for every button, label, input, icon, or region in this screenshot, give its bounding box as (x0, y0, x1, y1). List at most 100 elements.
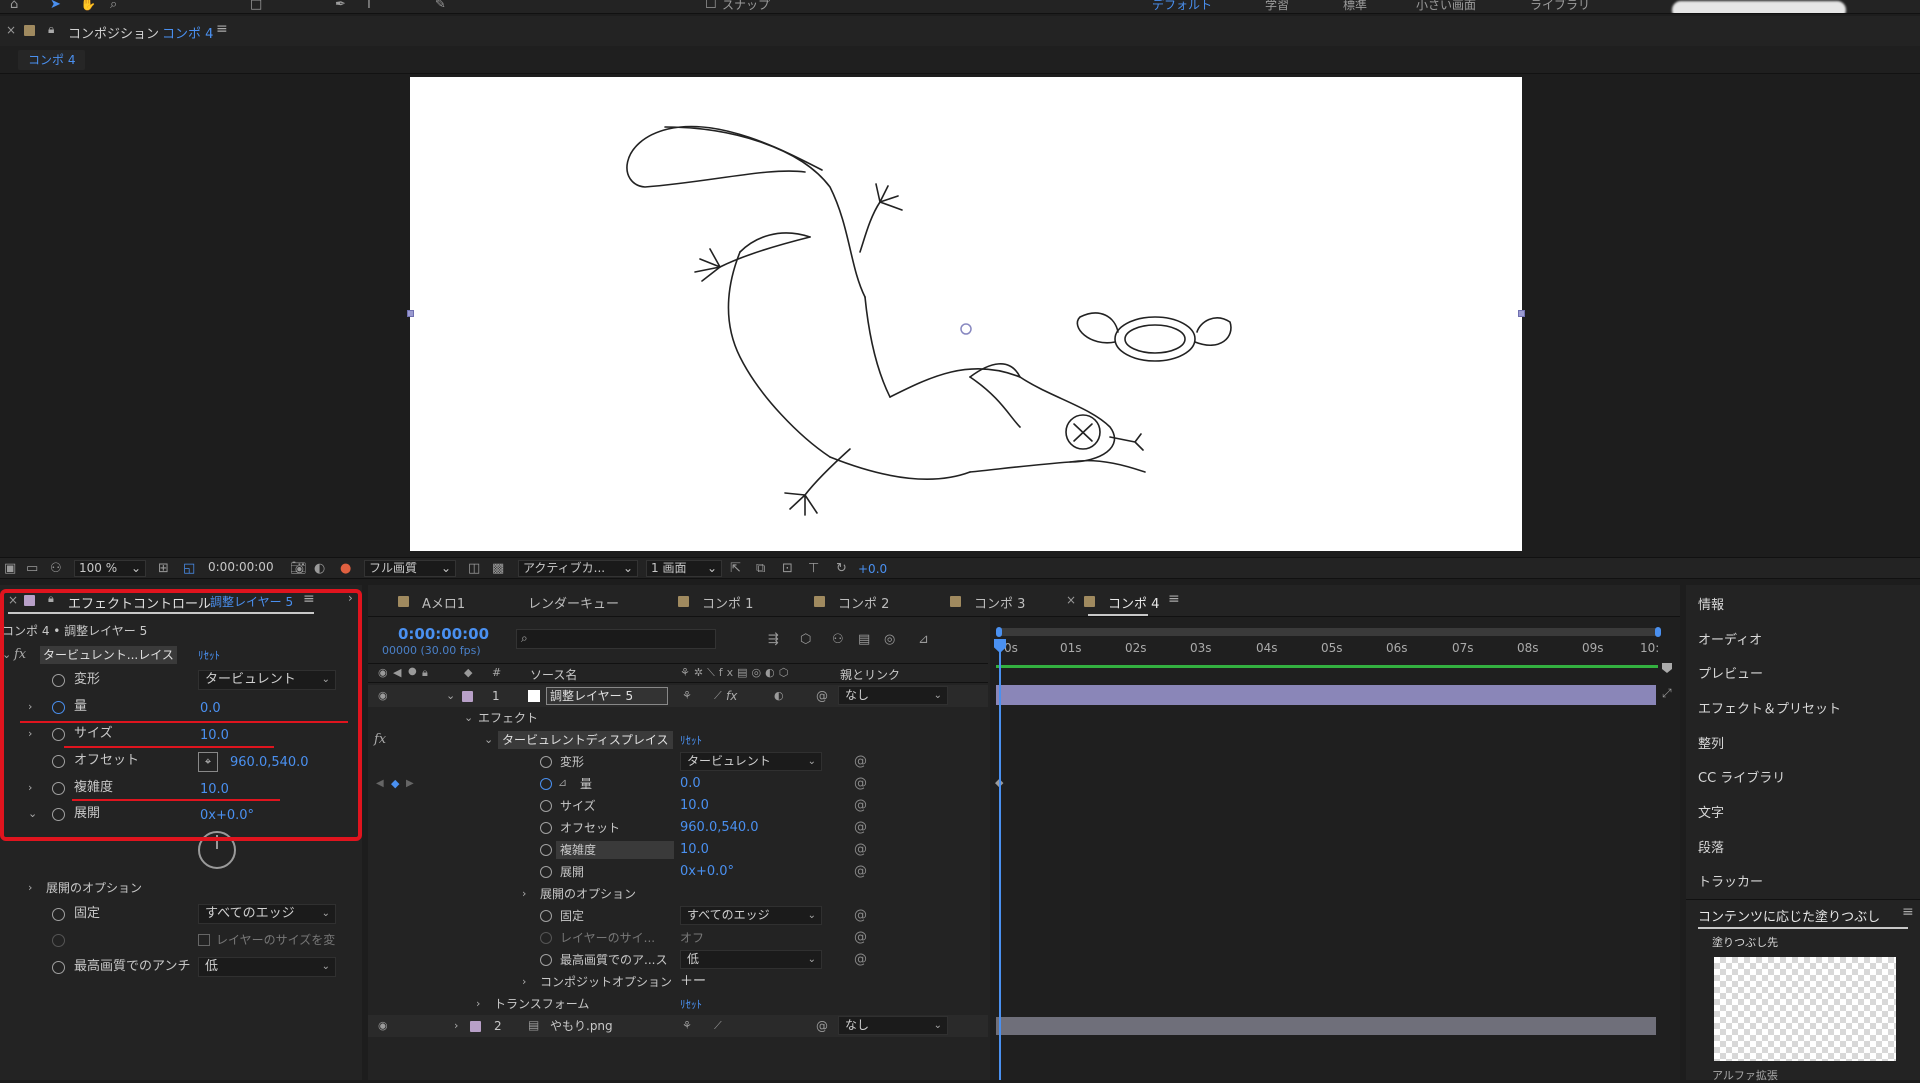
camera-dropdown[interactable]: アクティブカ... ⌄ (518, 560, 638, 577)
close-icon[interactable]: × (8, 593, 18, 607)
panel-audio[interactable]: オーディオ (1698, 629, 1762, 648)
panel-align[interactable]: 整列 (1698, 733, 1724, 752)
draft-3d-icon[interactable]: ⬡ (800, 633, 811, 646)
text-tool-icon[interactable]: T (365, 0, 373, 12)
chevron-down-icon[interactable]: ⌄ (28, 803, 37, 825)
stopwatch-icon[interactable] (540, 800, 552, 812)
layer-name[interactable]: やもり.png (550, 1015, 613, 1037)
size-value[interactable]: 10.0 (680, 795, 709, 817)
transform-handle-right[interactable] (1518, 310, 1525, 317)
expression-pickwhip-icon[interactable]: @ (854, 795, 867, 817)
reset-exposure-icon[interactable]: ↻ (836, 562, 847, 575)
stopwatch-icon[interactable] (540, 844, 552, 856)
stopwatch-icon[interactable] (540, 756, 552, 768)
grid-icon[interactable]: ⊞ (158, 562, 169, 575)
panel-effects-presets[interactable]: エフェクト＆プリセット (1698, 698, 1841, 717)
comp-tab[interactable]: コンポ 4 (18, 50, 86, 70)
work-area-bar[interactable] (996, 627, 1661, 637)
fx-icon[interactable]: fx (14, 644, 26, 666)
antialias-dropdown[interactable]: 低 ⌄ (198, 957, 336, 977)
tab-comp-1[interactable]: コンポ 1 (702, 593, 753, 612)
panel-menu-icon[interactable]: ≡ (303, 591, 315, 607)
stopwatch-icon[interactable] (52, 755, 65, 768)
zoom-tool-icon[interactable]: ⌕ (110, 0, 117, 12)
pickwhip-icon[interactable]: @ (816, 690, 828, 702)
exposure-value[interactable]: +0.0 (858, 562, 887, 576)
chevron-down-icon[interactable]: ⌄ (446, 685, 455, 707)
quality-icon[interactable]: ⟋ (714, 1020, 722, 1031)
resize-value[interactable]: オフ (680, 927, 704, 949)
pen-tool-icon[interactable]: ✒ (335, 0, 346, 12)
selection-tool-icon[interactable]: ➤ (50, 0, 61, 12)
layer-name[interactable]: 調整レイヤー 5 (546, 687, 668, 705)
expression-pickwhip-icon[interactable]: @ (854, 839, 867, 861)
composition-viewer[interactable] (0, 74, 1920, 554)
panel-menu-icon[interactable]: ≡ (216, 21, 228, 37)
close-icon[interactable]: × (6, 23, 16, 37)
always-preview-icon[interactable]: ▣ (4, 562, 16, 575)
keyframe-icon[interactable]: ◆ (391, 773, 399, 795)
chevron-down-icon[interactable]: ⌄ (464, 707, 473, 729)
tl-transform-row[interactable]: › トランスフォーム ﾘｾｯﾄ (368, 993, 988, 1015)
effect-name[interactable]: タービュレントディスプレイス (498, 731, 673, 749)
monitor-icon[interactable]: ▭ (26, 562, 38, 575)
workspace-libraries[interactable]: ライブラリ (1530, 0, 1590, 13)
panel-menu-icon[interactable]: ≡ (1902, 904, 1914, 920)
quality-icon[interactable]: ⟋ (714, 690, 722, 701)
evolution-value[interactable]: 0x+0.0° (680, 861, 734, 883)
region-icon[interactable]: ◱ (183, 562, 195, 575)
roi-icon[interactable]: ◫ (468, 562, 480, 575)
work-area-start[interactable] (996, 627, 1002, 637)
panel-cc-libraries[interactable]: CC ライブラリ (1698, 767, 1785, 786)
views-dropdown[interactable]: 1 画面 ⌄ (646, 560, 722, 577)
chevron-right-icon[interactable]: › (522, 883, 526, 905)
lock-icon[interactable]: 🔒︎ (48, 22, 54, 37)
tab-render-queue[interactable]: レンダーキュー (528, 593, 619, 612)
label-chip[interactable] (462, 691, 473, 702)
effects-group-row[interactable]: ⌄ エフェクト (368, 707, 988, 729)
expression-pickwhip-icon[interactable]: @ (854, 927, 867, 949)
effect-header-row[interactable]: ⌄ fx タービュレント...レイス ﾘｾｯﾄ (0, 644, 362, 666)
search-help-field[interactable] (1672, 1, 1846, 13)
playhead-line[interactable] (999, 641, 1001, 1080)
stopwatch-icon[interactable] (540, 778, 552, 790)
parent-dropdown[interactable]: なし ⌄ (838, 686, 948, 705)
prop-evolution-options[interactable]: › 展開のオプション (0, 877, 362, 899)
chevron-right-icon[interactable]: › (476, 993, 480, 1015)
eye-icon[interactable]: ◉ (378, 1020, 388, 1031)
stopwatch-icon[interactable] (52, 728, 65, 741)
layer-bar-2[interactable] (996, 1017, 1656, 1035)
zoom-dropdown[interactable]: 100 % ⌄ (74, 560, 146, 577)
close-icon[interactable]: × (1066, 593, 1076, 607)
stopwatch-icon[interactable] (540, 910, 552, 922)
offset-value[interactable]: 960.0,540.0 (680, 817, 759, 839)
crosshair-icon[interactable]: ⌖ (198, 752, 218, 772)
tab-comp-2[interactable]: コンポ 2 (838, 593, 889, 612)
shy-layers-icon[interactable]: ⚇ (832, 633, 844, 646)
layer-row-2[interactable]: ◉ › 2 ▤ やもり.png ⚘ ⟋ @ なし ⌄ (368, 1015, 988, 1037)
displacement-dropdown[interactable]: タービュレント ⌄ (198, 670, 336, 690)
chevron-right-icon[interactable]: › (348, 591, 353, 605)
graph-icon[interactable]: ⊿ (558, 777, 567, 788)
expression-pickwhip-icon[interactable]: @ (854, 817, 867, 839)
stopwatch-icon[interactable] (540, 954, 552, 966)
amount-value[interactable]: 0.0 (200, 698, 221, 720)
chevron-right-icon[interactable]: › (28, 777, 32, 799)
chevron-right-icon[interactable]: › (454, 1015, 458, 1037)
comp-flowchart-icon[interactable]: ⇶ (768, 633, 779, 646)
amount-value[interactable]: 0.0 (680, 773, 701, 795)
reset-link[interactable]: ﾘｾｯﾄ (680, 994, 702, 1016)
workspace-default[interactable]: デフォルト (1152, 0, 1212, 13)
transform-handle-left[interactable] (407, 310, 414, 317)
transparency-grid-icon[interactable]: ▩ (492, 562, 504, 575)
pinning-dropdown[interactable]: すべてのエッジ ⌄ (680, 906, 822, 925)
layer-row-1[interactable]: ◉ ⌄ 1 調整レイヤー 5 ⚘ ⟋ fx ◐ @ なし ⌄ (368, 685, 988, 707)
comp-button-icon[interactable]: ⤢ (1662, 687, 1672, 699)
stopwatch-icon[interactable] (52, 782, 65, 795)
chevron-right-icon[interactable]: › (522, 971, 526, 993)
composite-add-remove[interactable]: ＋ー (680, 971, 706, 993)
shape-tool-icon[interactable]: □ (250, 0, 262, 12)
time-ruler[interactable]: 0s 01s 02s 03s 04s 05s 06s 07s 08s 09s 1… (990, 639, 1680, 661)
panel-tracker[interactable]: トラッカー (1698, 871, 1763, 890)
panel-paragraph[interactable]: 段落 (1698, 837, 1724, 856)
